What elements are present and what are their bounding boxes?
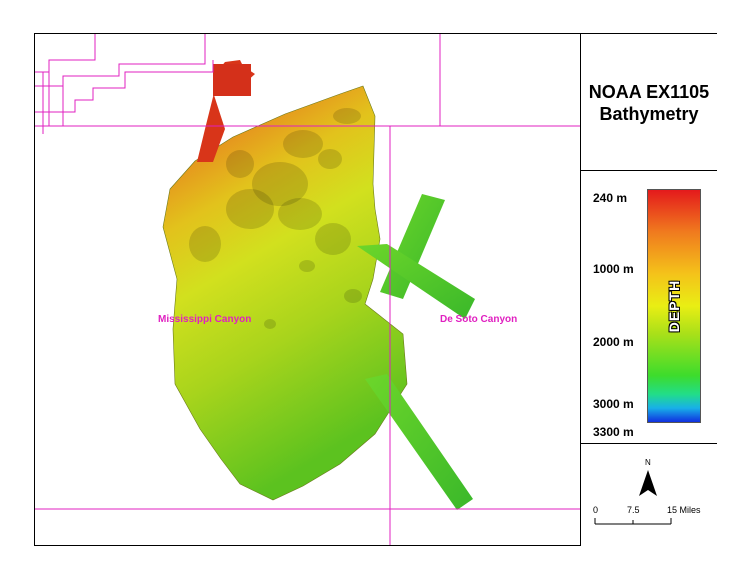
map-canvas <box>35 34 580 545</box>
scale-panel: N 0 7.5 15 Miles <box>580 444 717 546</box>
depth-tick-2000: 2000 m <box>593 335 634 349</box>
depth-tick-3300: 3300 m <box>593 425 634 439</box>
title-panel: NOAA EX1105 Bathymetry <box>580 34 717 171</box>
scale-zero: 0 <box>593 505 599 515</box>
depth-legend: 240 m 1000 m 2000 m 3000 m 3300 m DEPTH <box>580 171 717 444</box>
scale-bar <box>594 518 672 525</box>
de-soto-canyon-label: De Soto Canyon <box>440 314 518 325</box>
depth-tick-1000: 1000 m <box>593 262 634 276</box>
scale-end: 15 Miles <box>667 505 701 515</box>
north-arrow-icon <box>639 470 657 496</box>
map-frame: Mississippi Canyon De Soto Canyon NOAA E… <box>34 33 717 546</box>
depth-tick-240: 240 m <box>593 191 628 205</box>
scale-mid: 7.5 <box>627 505 640 515</box>
depth-tick-3000: 3000 m <box>593 397 634 411</box>
mississippi-canyon-label: Mississippi Canyon <box>158 314 252 325</box>
map-subtitle: Bathymetry <box>599 104 699 124</box>
depth-bar-label: DEPTH <box>665 279 682 333</box>
north-label: N <box>645 458 651 467</box>
depth-bar-label-wrap: DEPTH <box>647 189 701 423</box>
map-title: NOAA EX1105 <box>588 82 710 102</box>
